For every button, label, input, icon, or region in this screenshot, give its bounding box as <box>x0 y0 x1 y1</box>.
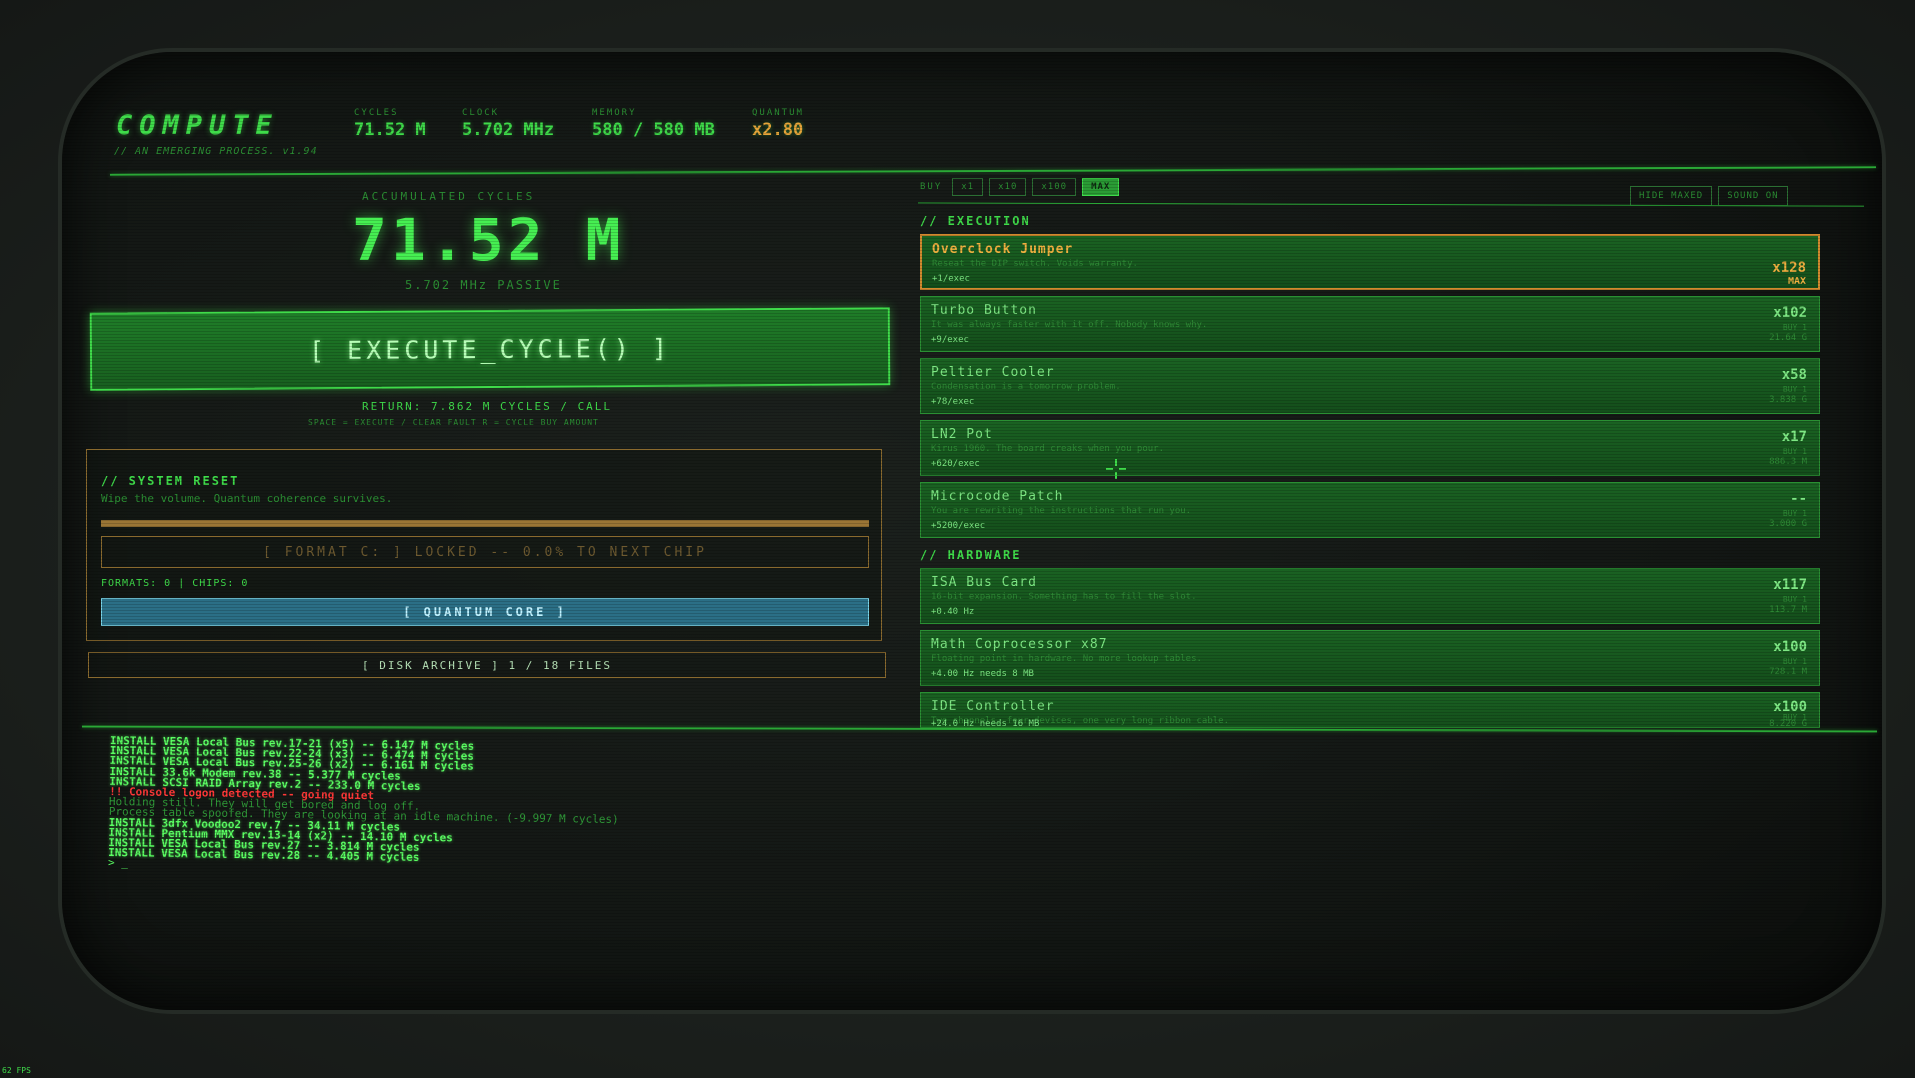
return-per-call: RETURN: 7.862 M CYCLES / CALL <box>362 400 613 413</box>
upgrade-desc: 16-bit expansion. Something has to fill … <box>931 592 1197 602</box>
game-logo: COMPUTE <box>116 110 279 141</box>
upgrade-count: x100 <box>1773 639 1807 655</box>
upgrade-buy-amount: BUY 1 <box>1782 595 1807 604</box>
buy-x100-button[interactable]: x100 <box>1032 178 1077 196</box>
stat-value: 580 / 580 MB <box>592 120 715 140</box>
system-reset-panel: // SYSTEM RESET Wipe the volume. Quantum… <box>86 449 882 641</box>
upgrade-desc: It was always faster with it off. Nobody… <box>931 320 1208 330</box>
reset-progress-bar <box>101 520 869 527</box>
upgrade-name: IDE Controller <box>931 699 1055 714</box>
buy-x10-button[interactable]: x10 <box>989 178 1027 196</box>
hide-maxed-button[interactable]: HIDE MAXED <box>1630 186 1713 206</box>
header-divider <box>110 166 1876 176</box>
upgrade-buy-amount: BUY 1 <box>1782 657 1807 666</box>
stat-value: 71.52 M <box>354 120 426 140</box>
upgrade-rate: +5200/exec <box>931 521 986 531</box>
upgrade-count: -- <box>1790 491 1807 507</box>
reset-title: // SYSTEM RESET <box>101 474 240 488</box>
upgrade-cost: 113.7 M <box>1769 605 1807 615</box>
upgrade-name: Math Coprocessor x87 <box>931 637 1108 652</box>
stat-value: x2.80 <box>752 120 804 140</box>
upgrade-desc: Reseat the DIP switch. Voids warranty. <box>932 259 1138 269</box>
upgrade-math-coprocessor[interactable]: Math Coprocessor x87 Floating point in h… <box>920 630 1820 686</box>
stat-memory: MEMORY 580 / 580 MB <box>592 108 715 140</box>
upgrade-cost: 728.1 M <box>1769 667 1807 677</box>
upgrade-rate: +9/exec <box>931 335 969 345</box>
upgrade-rate: +1/exec <box>932 274 970 284</box>
reset-description: Wipe the volume. Quantum coherence survi… <box>101 492 393 505</box>
view-options: HIDE MAXED SOUND ON <box>1630 186 1788 206</box>
execute-cycle-button[interactable]: [ EXECUTE_CYCLE() ] <box>89 307 891 391</box>
stat-label: CYCLES <box>354 108 399 118</box>
upgrade-microcode-patch[interactable]: Microcode Patch You are rewriting the in… <box>920 482 1820 538</box>
buy-max-button[interactable]: MAX <box>1082 178 1120 196</box>
upgrade-rate: +78/exec <box>931 397 975 407</box>
upgrade-turbo-button[interactable]: Turbo Button It was always faster with i… <box>920 296 1820 352</box>
upgrade-ln2-pot[interactable]: LN2 Pot Kirus 1960. The board creaks whe… <box>920 420 1820 476</box>
hardware-section-title: // HARDWARE <box>920 548 1022 562</box>
upgrade-name: Turbo Button <box>931 303 1037 318</box>
accumulated-label: ACCUMULATED CYCLES <box>362 190 536 203</box>
crt-screen: COMPUTE // AN EMERGING PROCESS. v1.94 CY… <box>62 52 1882 1010</box>
stat-quantum: QUANTUM x2.80 <box>752 108 804 140</box>
upgrade-cost: 3.838 G <box>1769 395 1807 405</box>
disk-archive-button[interactable]: [ DISK ARCHIVE ] 1 / 18 FILES <box>88 652 886 678</box>
upgrade-buy-amount: BUY 1 <box>1782 509 1807 518</box>
upgrade-name: ISA Bus Card <box>931 575 1037 590</box>
upgrade-rate: +24.0 Hz needs 16 MB <box>931 719 1040 728</box>
upgrade-count: x58 <box>1781 367 1807 383</box>
console-log: INSTALL VESA Local Bus rev.17-21 (x5) --… <box>108 734 1310 887</box>
upgrade-count: x117 <box>1773 577 1807 593</box>
upgrade-max-badge: MAX <box>1787 276 1806 287</box>
stat-cycles: CYCLES 71.52 M <box>354 108 426 140</box>
accumulated-value: 71.52 M <box>352 206 625 274</box>
upgrade-cost: 886.3 M <box>1769 457 1807 467</box>
upgrade-desc: Kirus 1960. The board creaks when you po… <box>931 444 1164 454</box>
game-subtitle: // AN EMERGING PROCESS. v1.94 <box>114 146 318 157</box>
buy-amount-selector: BUY x1 x10 x100 MAX <box>920 178 1120 196</box>
stat-label: QUANTUM <box>752 108 804 118</box>
upgrade-count: x102 <box>1773 305 1807 321</box>
upgrade-name: LN2 Pot <box>931 427 993 442</box>
stat-clock: CLOCK 5.702 MHz <box>462 108 554 140</box>
upgrade-buy-amount: BUY 1 <box>1782 447 1807 456</box>
upgrade-isa-bus-card[interactable]: ISA Bus Card 16-bit expansion. Something… <box>920 568 1820 624</box>
upgrade-desc: You are rewriting the instructions that … <box>931 506 1192 516</box>
passive-rate: 5.702 MHz PASSIVE <box>405 278 562 292</box>
upgrade-ide-controller[interactable]: IDE Controller Two channels, four device… <box>920 692 1820 728</box>
hotkey-hint: SPACE = EXECUTE / CLEAR FAULT R = CYCLE … <box>308 418 599 427</box>
stat-value: 5.702 MHz <box>462 120 555 140</box>
upgrade-count: x17 <box>1781 429 1807 445</box>
upgrade-buy-amount: BUY 1 <box>1782 385 1807 394</box>
execution-section-title: // EXECUTION <box>920 214 1031 228</box>
upgrade-name: Peltier Cooler <box>931 365 1055 380</box>
upgrade-desc: Floating point in hardware. No more look… <box>931 654 1202 664</box>
quantum-core-button[interactable]: [ QUANTUM CORE ] <box>101 598 869 626</box>
upgrade-cost: 8.220 G <box>1769 719 1807 728</box>
buy-x1-button[interactable]: x1 <box>952 178 984 196</box>
upgrade-desc: Condensation is a tomorrow problem. <box>931 382 1121 392</box>
buy-label: BUY <box>920 182 943 192</box>
crosshair-cursor-icon <box>1106 459 1126 479</box>
upgrade-peltier-cooler[interactable]: Peltier Cooler Condensation is a tomorro… <box>920 358 1820 414</box>
upgrade-rate: +4.00 Hz needs 8 MB <box>931 669 1034 679</box>
formats-chips-count: FORMATS: 0 | CHIPS: 0 <box>101 578 249 589</box>
format-button[interactable]: [ FORMAT C: ] LOCKED -- 0.0% TO NEXT CHI… <box>101 536 869 568</box>
upgrade-count: x128 <box>1772 260 1806 276</box>
fps-counter: 62 FPS <box>2 1066 31 1075</box>
stat-label: MEMORY <box>592 108 637 118</box>
upgrade-name: Overclock Jumper <box>932 242 1074 257</box>
upgrade-overclock-jumper[interactable]: Overclock Jumper Reseat the DIP switch. … <box>920 234 1820 290</box>
upgrade-rate: +620/exec <box>931 459 980 469</box>
upgrade-rate: +0.40 Hz <box>931 607 975 617</box>
stat-label: CLOCK <box>462 108 500 118</box>
upgrade-cost: 3.000 G <box>1769 519 1807 529</box>
upgrade-name: Microcode Patch <box>931 489 1064 504</box>
sound-toggle-button[interactable]: SOUND ON <box>1718 186 1788 206</box>
upgrade-cost: 21.64 G <box>1769 333 1807 343</box>
upgrade-buy-amount: BUY 1 <box>1782 323 1807 332</box>
